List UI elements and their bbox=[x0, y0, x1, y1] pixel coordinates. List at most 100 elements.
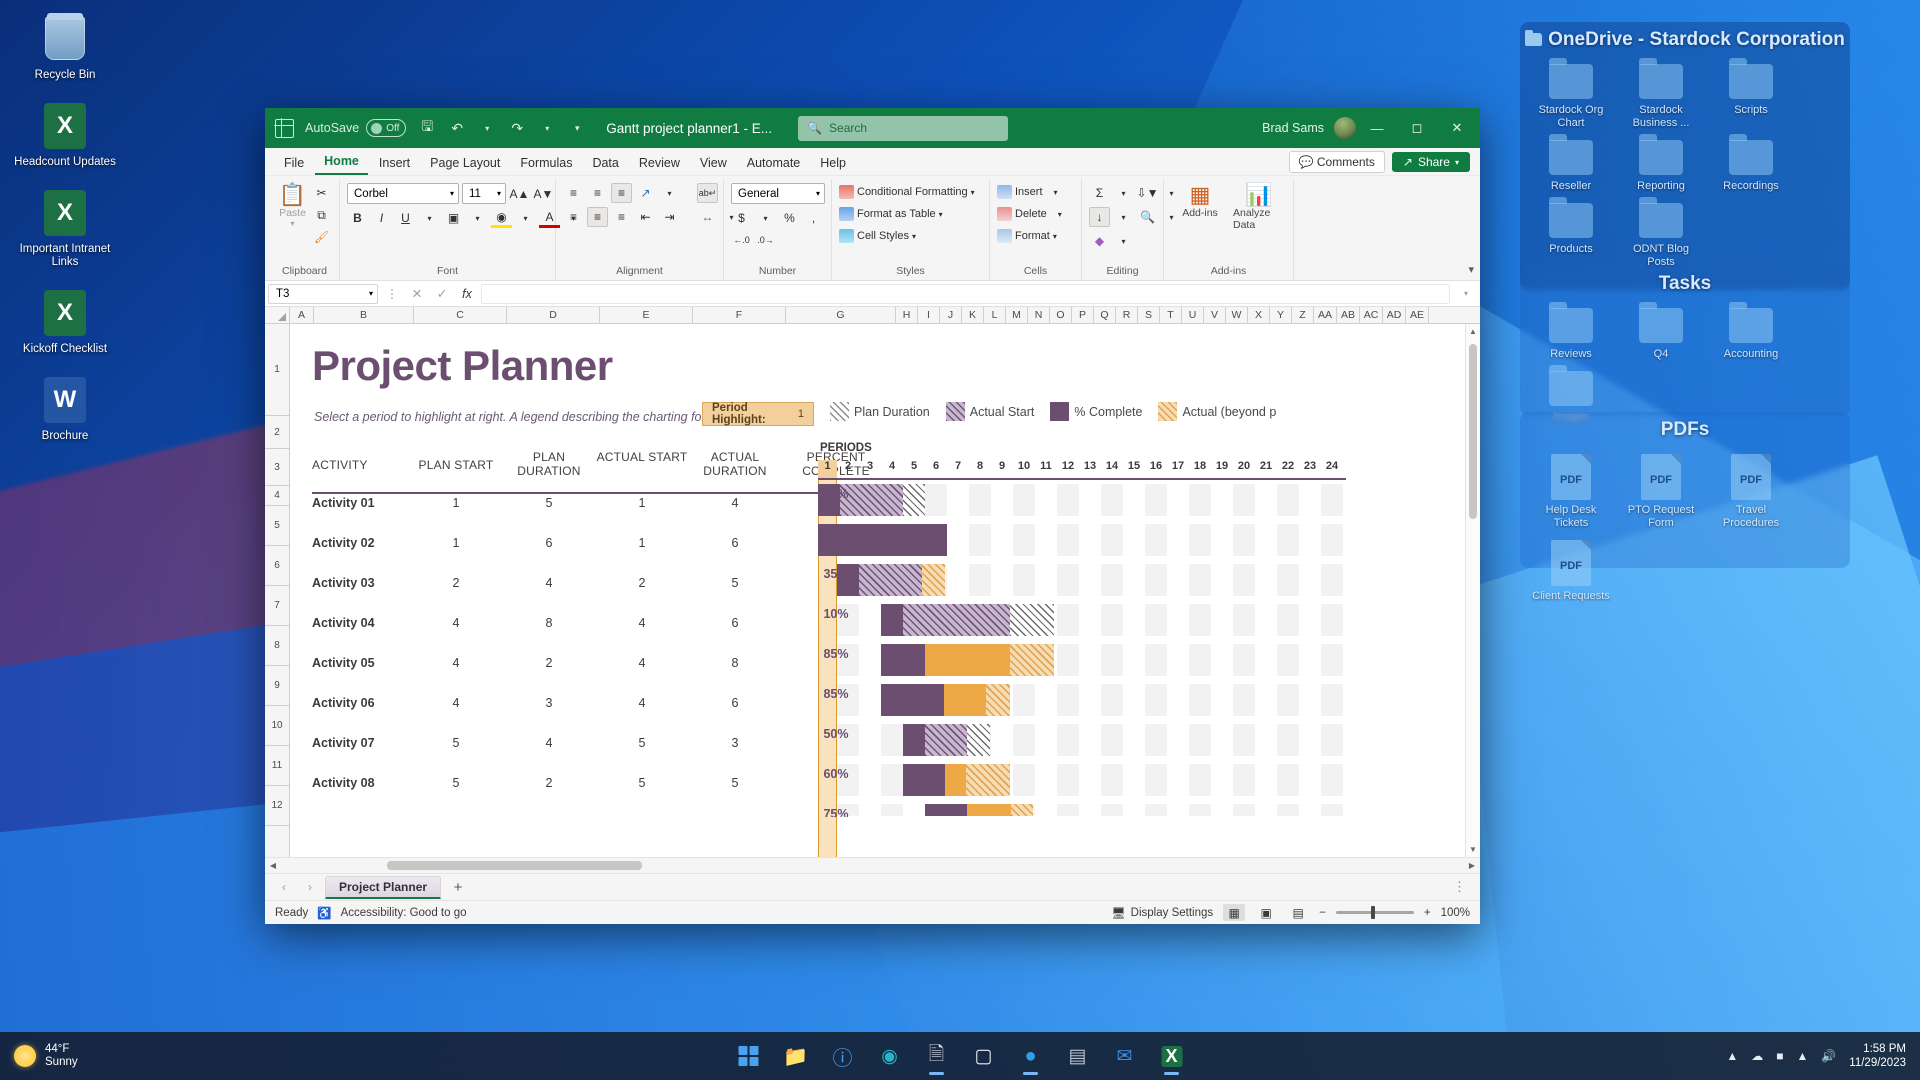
fence-tasks[interactable]: Tasks Reviews Q4 Accounting Images bbox=[1520, 266, 1850, 416]
period-header[interactable]: 3 bbox=[859, 460, 881, 478]
column-header-C[interactable]: C bbox=[414, 307, 507, 323]
taskbar-clock[interactable]: 1:58 PM 11/29/2023 bbox=[1849, 1042, 1906, 1070]
period-header[interactable]: 23 bbox=[1299, 460, 1321, 478]
column-header-AE[interactable]: AE bbox=[1406, 307, 1429, 323]
network-icon[interactable]: ▲ bbox=[1796, 1049, 1808, 1063]
display-settings-button[interactable]: 🖥 Display Settings bbox=[1111, 906, 1213, 920]
next-sheet-icon[interactable]: › bbox=[299, 880, 321, 894]
period-header[interactable]: 24 bbox=[1321, 460, 1343, 478]
paste-button[interactable]: 📋 Paste ▾ bbox=[277, 183, 308, 228]
fence-item[interactable]: PTO Request Form bbox=[1616, 449, 1706, 535]
period-header[interactable]: 7 bbox=[947, 460, 969, 478]
column-header-AB[interactable]: AB bbox=[1337, 307, 1360, 323]
column-header-K[interactable]: K bbox=[962, 307, 984, 323]
period-header[interactable]: 19 bbox=[1211, 460, 1233, 478]
fence-item[interactable]: Recordings bbox=[1706, 135, 1796, 198]
column-header-M[interactable]: M bbox=[1006, 307, 1028, 323]
column-header-J[interactable]: J bbox=[940, 307, 962, 323]
period-header[interactable]: 21 bbox=[1255, 460, 1277, 478]
chevron-up-icon[interactable]: ▲ bbox=[1726, 1049, 1738, 1063]
font-name-select[interactable]: Corbel▾ bbox=[347, 183, 459, 204]
column-header-B[interactable]: B bbox=[314, 307, 414, 323]
add-sheet-button[interactable]: + bbox=[445, 879, 471, 896]
fence-item[interactable]: Q4 bbox=[1616, 303, 1706, 366]
autosave-toggle[interactable]: AutoSave Off bbox=[299, 119, 412, 137]
fence-item[interactable]: ODNT Blog Posts bbox=[1616, 198, 1706, 274]
row-header-5[interactable]: 5 bbox=[265, 506, 289, 546]
maximize-button[interactable]: ◻ bbox=[1398, 113, 1436, 143]
comma-style-icon[interactable]: , bbox=[803, 208, 824, 228]
fence-onedrive[interactable]: OneDrive - Stardock Corporation Stardock… bbox=[1520, 22, 1850, 290]
underline-button[interactable]: U bbox=[395, 208, 416, 228]
column-header-R[interactable]: R bbox=[1116, 307, 1138, 323]
period-header[interactable]: 4 bbox=[881, 460, 903, 478]
taskbar-teal-app[interactable]: ◉ bbox=[870, 1036, 910, 1076]
row-header-6[interactable]: 6 bbox=[265, 546, 289, 586]
format-as-table-button[interactable]: Format as Table▾ bbox=[839, 205, 975, 223]
scroll-right-icon[interactable]: ▶ bbox=[1464, 861, 1480, 870]
start-button[interactable] bbox=[729, 1036, 769, 1076]
cell-styles-button[interactable]: Cell Styles▾ bbox=[839, 227, 975, 245]
chevron-down-icon[interactable]: ▾ bbox=[467, 208, 488, 228]
row-header-9[interactable]: 9 bbox=[265, 666, 289, 706]
column-header-Q[interactable]: Q bbox=[1094, 307, 1116, 323]
sheet-tab-project-planner[interactable]: Project Planner bbox=[325, 876, 441, 899]
borders-icon[interactable]: ▣ bbox=[443, 208, 464, 228]
increase-indent-icon[interactable]: ⇥ bbox=[659, 207, 680, 227]
fence-item[interactable]: Accounting bbox=[1706, 303, 1796, 366]
delete-cells-button[interactable]: Delete▾ bbox=[997, 205, 1062, 223]
align-top-icon[interactable]: ≡ bbox=[563, 183, 584, 203]
formula-input[interactable] bbox=[481, 284, 1450, 304]
period-header[interactable]: 6 bbox=[925, 460, 947, 478]
desktop-icon-important-intranet-links[interactable]: X Important Intranet Links bbox=[10, 183, 120, 273]
taskbar-info-app[interactable]: ⓘ bbox=[823, 1036, 863, 1076]
zoom-in-button[interactable]: + bbox=[1424, 907, 1431, 919]
italic-button[interactable]: I bbox=[371, 208, 392, 228]
period-header[interactable]: 11 bbox=[1035, 460, 1057, 478]
desktop-icon-recycle-bin[interactable]: Recycle Bin bbox=[10, 8, 120, 86]
fence-item[interactable]: Client Requests bbox=[1526, 535, 1616, 608]
sheet-options-icon[interactable]: ⋮ bbox=[1453, 879, 1472, 895]
tab-automate[interactable]: Automate bbox=[738, 152, 810, 175]
desktop-icon-brochure[interactable]: W Brochure bbox=[10, 370, 120, 447]
tab-review[interactable]: Review bbox=[630, 152, 689, 175]
period-header[interactable]: 5 bbox=[903, 460, 925, 478]
fill-icon[interactable]: ↓ bbox=[1089, 207, 1110, 227]
weather-widget[interactable]: 44°F Sunny bbox=[0, 1043, 78, 1069]
period-header[interactable]: 14 bbox=[1101, 460, 1123, 478]
row-header-12[interactable]: 12 bbox=[265, 786, 289, 826]
wrap-text-icon[interactable]: ab↵ bbox=[697, 183, 718, 203]
currency-icon[interactable]: $ bbox=[731, 208, 752, 228]
autosum-icon[interactable]: Σ bbox=[1089, 183, 1110, 203]
row-header-2[interactable]: 2 bbox=[265, 416, 289, 449]
taskbar-mail-app[interactable]: ✉ bbox=[1105, 1036, 1145, 1076]
vertical-scroll-thumb[interactable] bbox=[1469, 344, 1477, 519]
period-header[interactable]: 18 bbox=[1189, 460, 1211, 478]
period-header[interactable]: 16 bbox=[1145, 460, 1167, 478]
insert-function-icon[interactable]: fx bbox=[456, 287, 478, 301]
page-break-view-button[interactable]: ▤ bbox=[1287, 904, 1309, 921]
avatar[interactable] bbox=[1334, 117, 1356, 139]
insert-cells-button[interactable]: Insert▾ bbox=[997, 183, 1062, 201]
decrease-indent-icon[interactable]: ⇤ bbox=[635, 207, 656, 227]
taskbar-notepad-app[interactable]: 🗎 bbox=[917, 1036, 957, 1076]
fence-item[interactable]: Travel Procedures bbox=[1706, 449, 1796, 535]
chevron-down-icon[interactable]: ▾ bbox=[755, 208, 776, 228]
chevron-down-icon[interactable]: ▾ bbox=[659, 183, 680, 203]
page-layout-view-button[interactable]: ▣ bbox=[1255, 904, 1277, 921]
period-header[interactable]: 10 bbox=[1013, 460, 1035, 478]
column-header-T[interactable]: T bbox=[1160, 307, 1182, 323]
column-header-Y[interactable]: Y bbox=[1270, 307, 1292, 323]
font-size-select[interactable]: 11▾ bbox=[462, 183, 506, 204]
tab-insert[interactable]: Insert bbox=[370, 152, 419, 175]
column-header-L[interactable]: L bbox=[984, 307, 1006, 323]
close-button[interactable]: ✕ bbox=[1438, 113, 1476, 143]
fence-item[interactable]: Scripts bbox=[1706, 59, 1796, 135]
scroll-up-icon[interactable]: ▲ bbox=[1466, 324, 1480, 339]
tab-view[interactable]: View bbox=[691, 152, 736, 175]
clear-icon[interactable]: ◆ bbox=[1089, 231, 1110, 251]
row-header-4[interactable]: 4 bbox=[265, 486, 289, 506]
taskbar-file-explorer[interactable]: 📁 bbox=[776, 1036, 816, 1076]
column-header-P[interactable]: P bbox=[1072, 307, 1094, 323]
period-header[interactable]: 22 bbox=[1277, 460, 1299, 478]
